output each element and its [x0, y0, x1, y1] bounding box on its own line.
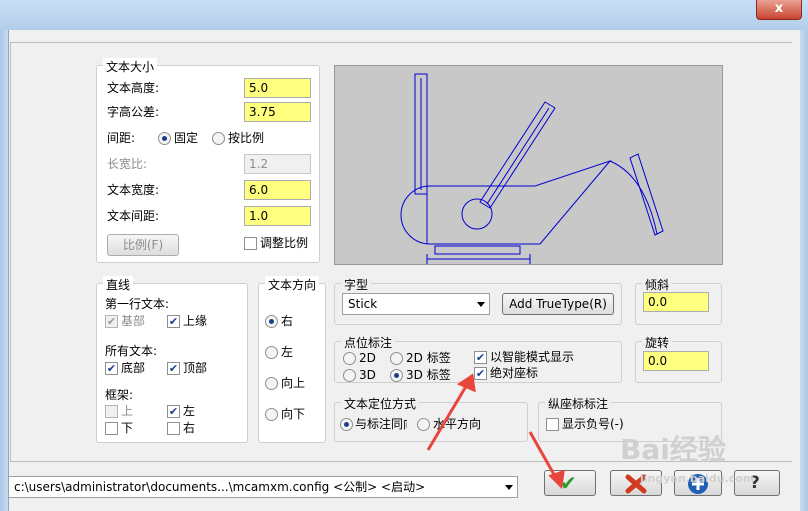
smart-mode-checkbox[interactable]: ✔: [474, 351, 487, 364]
font-select-value: Stick: [348, 297, 378, 311]
top-label: 顶部: [183, 361, 208, 375]
top-edge-label: 上缘: [183, 314, 208, 328]
first-line-label: 第一行文本:: [105, 297, 170, 311]
top-checkbox[interactable]: ✔: [167, 362, 180, 375]
absolute-coords-checkbox[interactable]: ✔: [474, 367, 487, 380]
title-bar: x: [0, 0, 808, 30]
preview-canvas: [334, 65, 723, 265]
ok-button[interactable]: ✔: [544, 470, 596, 496]
scale-button[interactable]: 比例(F): [107, 234, 179, 256]
direction-up-radio[interactable]: [265, 377, 278, 390]
direction-up-label: 向上: [281, 376, 306, 390]
preview-horizontal-label: [434, 245, 521, 255]
absolute-coords-label: 绝对座标: [490, 366, 539, 380]
frame-right-label: 右: [183, 421, 196, 435]
point-2d-tag-label: 2D 标签: [406, 351, 451, 365]
spacing-fixed-radio[interactable]: [158, 132, 171, 145]
position-horizontal-label: 水平方向: [433, 417, 482, 431]
spacing-fixed-label: 固定: [174, 131, 199, 145]
all-text-label: 所有文本:: [105, 344, 158, 358]
point-3d-tag-label: 3D 标签: [406, 368, 451, 382]
base-checkbox[interactable]: ✔: [105, 315, 118, 328]
direction-down-label: 向下: [281, 407, 306, 421]
text-width-input[interactable]: 6.0: [244, 180, 311, 200]
bottom-checkbox[interactable]: ✔: [105, 362, 118, 375]
text-height-input[interactable]: 5.0: [244, 78, 311, 98]
show-negative-label: 显示负号(-): [562, 417, 624, 431]
point-2d-radio[interactable]: [343, 352, 356, 365]
point-3d-label: 3D: [359, 368, 376, 382]
text-spacing-label: 文本间距:: [107, 209, 160, 223]
tilt-input[interactable]: 0.0: [643, 292, 709, 312]
preview-diagonal-label: [479, 101, 556, 209]
base-label: 基部: [121, 314, 146, 328]
window-frame-right: [800, 30, 808, 511]
text-width-label: 文本宽度:: [107, 183, 160, 197]
height-tolerance-label: 字高公差:: [107, 105, 160, 119]
frame-bottom-label: 下: [121, 421, 134, 435]
point-3d-radio[interactable]: [343, 369, 356, 382]
position-aligned-radio[interactable]: [340, 418, 353, 431]
aspect-ratio-input[interactable]: 1.2: [244, 154, 311, 174]
frame-top-label: 上: [121, 404, 134, 418]
smart-mode-label: 以智能模式显示: [490, 350, 575, 364]
frame-top-checkbox[interactable]: [105, 405, 118, 418]
direction-down-radio[interactable]: [265, 408, 278, 421]
chevron-down-icon: [473, 294, 489, 314]
close-button[interactable]: x: [756, 0, 802, 20]
tilt-legend: 倾斜: [642, 276, 673, 293]
lines-legend: 直线: [103, 276, 134, 293]
font-legend: 字型: [341, 276, 372, 293]
frame-left-checkbox[interactable]: ✔: [167, 405, 180, 418]
adjust-scale-label: 调整比例: [260, 236, 309, 250]
adjust-scale-checkbox[interactable]: [244, 237, 257, 250]
preview-drawing: [400, 73, 664, 264]
frame-left-label: 左: [183, 404, 196, 418]
rotation-input[interactable]: 0.0: [643, 351, 709, 371]
watermark-logo: Bai经验: [620, 433, 726, 466]
show-negative-checkbox[interactable]: [546, 418, 559, 431]
config-path-value: c:\users\administrator\documents...\mcam…: [14, 480, 426, 494]
top-edge-checkbox[interactable]: ✔: [167, 315, 180, 328]
aspect-ratio-label: 长宽比:: [107, 157, 148, 171]
spacing-proportional-radio[interactable]: [212, 132, 225, 145]
text-size-legend: 文本大小: [103, 58, 158, 75]
preview-arc-label: [629, 153, 664, 236]
point-3d-tag-radio[interactable]: [390, 369, 403, 382]
chevron-down-icon: [501, 477, 517, 497]
direction-right-label: 右: [281, 314, 294, 328]
point-2d-tag-radio[interactable]: [390, 352, 403, 365]
position-horizontal-radio[interactable]: [417, 418, 430, 431]
direction-left-label: 左: [281, 345, 294, 359]
watermark-url: jingyan.baidu.com: [640, 472, 755, 485]
checkmark-icon: ✔: [560, 471, 577, 495]
direction-left-radio[interactable]: [265, 346, 278, 359]
config-select[interactable]: c:\users\administrator\documents...\mcam…: [8, 476, 518, 498]
font-select[interactable]: Stick: [342, 293, 490, 315]
point-label-legend: 点位标注: [341, 334, 396, 351]
frame-bottom-checkbox[interactable]: [105, 422, 118, 435]
spacing-proportional-label: 按比例: [228, 131, 265, 145]
spacing-label: 间距:: [107, 131, 136, 145]
direction-right-radio[interactable]: [265, 315, 278, 328]
bottom-label: 底部: [121, 361, 146, 375]
point-2d-label: 2D: [359, 351, 376, 365]
frame-right-checkbox[interactable]: [167, 422, 180, 435]
text-position-legend: 文本定位方式: [341, 395, 420, 412]
rotation-legend: 旋转: [642, 334, 673, 351]
window-frame-left: [0, 30, 8, 511]
ordinate-legend: 纵座标标注: [545, 395, 612, 412]
frame-label: 框架:: [105, 388, 134, 402]
text-direction-legend: 文本方向: [265, 276, 320, 293]
add-truetype-button[interactable]: Add TrueType(R): [502, 293, 614, 315]
text-spacing-input[interactable]: 1.0: [244, 206, 311, 226]
preview-shape: [400, 159, 612, 245]
position-aligned-label: 与标注同向: [355, 417, 407, 431]
text-height-label: 文本高度:: [107, 81, 160, 95]
height-tolerance-input[interactable]: 3.75: [244, 102, 311, 122]
